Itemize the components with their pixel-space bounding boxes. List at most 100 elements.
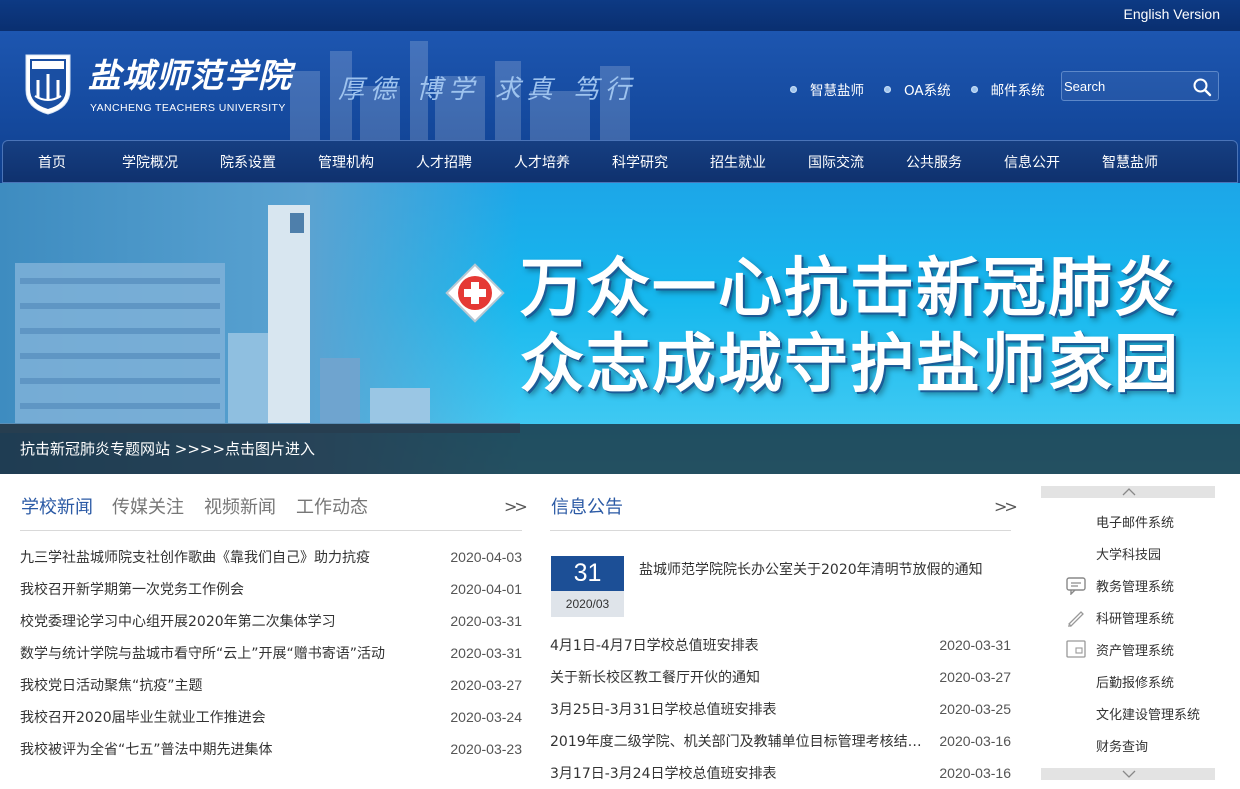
search-icon[interactable]	[1192, 77, 1212, 97]
nav-item-disclosure[interactable]: 信息公开	[983, 141, 1081, 182]
tab-school-news[interactable]: 学校新闻	[21, 493, 93, 519]
search-box	[1061, 71, 1219, 101]
system-label: 大学科技园	[1096, 548, 1162, 563]
bullet-icon	[790, 85, 797, 93]
search-input[interactable]	[1062, 72, 1190, 100]
news-title: 我校召开新学期第一次党务工作例会	[20, 582, 244, 598]
quicklink-label: OA系统	[904, 83, 951, 99]
hero-banner[interactable]: 万众一心抗击新冠肺炎 众志成城守护盐师家园 抗击新冠肺炎专题网站 >>>>点击图…	[0, 183, 1240, 474]
banner-headline: 万众一心抗击新冠肺炎 众志成城守护盐师家园	[520, 251, 1180, 403]
system-label: 财务查询	[1096, 740, 1149, 755]
system-label: 文化建设管理系统	[1096, 708, 1201, 723]
pen-icon	[1068, 611, 1084, 627]
news-date: 2020-03-27	[450, 677, 522, 693]
nav-item-public-service[interactable]: 公共服务	[885, 141, 983, 182]
scroll-up-button[interactable]	[1041, 486, 1215, 498]
notice-more-link[interactable]: >>	[994, 497, 1018, 516]
chevron-down-icon	[1122, 770, 1136, 778]
notice-list: 4月1日-4月7日学校总值班安排表 2020-03-31 关于新长校区教工餐厅开伙…	[550, 629, 1011, 789]
news-item[interactable]: 我校召开2020届毕业生就业工作推进会 2020-03-24	[20, 701, 522, 733]
news-date: 2020-03-31	[450, 613, 522, 629]
system-link-finance[interactable]: 财务查询	[1041, 729, 1215, 761]
red-cross-icon	[445, 263, 505, 323]
nav-item-smart-ycit[interactable]: 智慧盐师	[1081, 141, 1179, 182]
date-badge: 31 2020/03	[551, 556, 624, 617]
news-title: 数学与统计学院与盐城市看守所“云上”开展“赠书寄语”活动	[20, 646, 386, 662]
news-title: 我校党日活动聚焦“抗疫”主题	[20, 678, 203, 694]
bullet-icon	[970, 85, 978, 93]
quicklink-label: 邮件系统	[990, 83, 1045, 99]
news-item[interactable]: 我校党日活动聚焦“抗疫”主题 2020-03-27	[20, 669, 522, 701]
system-label: 科研管理系统	[1096, 612, 1175, 627]
system-link-academic-affairs[interactable]: 教务管理系统	[1041, 569, 1215, 601]
nav-item-international[interactable]: 国际交流	[787, 141, 885, 182]
news-date: 2020-03-23	[450, 741, 522, 757]
system-link-assets[interactable]: 资产管理系统	[1041, 633, 1215, 665]
notice-item-title: 3月17日-3月24日学校总值班安排表	[550, 766, 777, 782]
banner-line-1: 万众一心抗击新冠肺炎	[520, 252, 1180, 326]
nav-item-departments[interactable]: 院系设置	[199, 141, 297, 182]
university-logo-icon[interactable]	[23, 52, 73, 116]
news-date: 2020-03-31	[450, 645, 522, 661]
quicklink-mail-system[interactable]: 邮件系统	[970, 79, 1045, 99]
tab-media-focus[interactable]: 传媒关注	[112, 493, 184, 519]
notice-title[interactable]: 信息公告	[551, 493, 623, 519]
notice-item[interactable]: 4月1日-4月7日学校总值班安排表 2020-03-31	[550, 629, 1011, 661]
news-list: 九三学社盐城师院支社创作歌曲《靠我们自己》助力抗疫 2020-04-03 我校召开…	[20, 541, 522, 765]
quicklink-oa-system[interactable]: OA系统	[884, 79, 951, 99]
nav-item-research[interactable]: 科学研究	[591, 141, 689, 182]
featured-notice-title: 盐城师范学院院长办公室关于2020年清明节放假的通知	[639, 562, 983, 578]
news-item[interactable]: 数学与统计学院与盐城市看守所“云上”开展“赠书寄语”活动 2020-03-31	[20, 637, 522, 669]
bullet-icon	[884, 85, 891, 93]
notice-item[interactable]: 3月25日-3月31日学校总值班安排表 2020-03-25	[550, 693, 1011, 725]
system-link-culture[interactable]: 文化建设管理系统	[1041, 697, 1215, 729]
notice-item-date: 2020-03-16	[939, 733, 1011, 749]
system-label: 后勤报修系统	[1096, 676, 1175, 691]
notice-item[interactable]: 3月17日-3月24日学校总值班安排表 2020-03-16	[550, 757, 1011, 789]
news-date: 2020-04-01	[450, 581, 522, 597]
featured-notice[interactable]: 31 2020/03 盐城师范学院院长办公室关于2020年清明节放假的通知	[550, 556, 1011, 628]
nav-item-education[interactable]: 人才培养	[493, 141, 591, 182]
scroll-down-button[interactable]	[1041, 768, 1215, 780]
notice-item[interactable]: 关于新长校区教工餐厅开伙的通知 2020-03-27	[550, 661, 1011, 693]
site-header: 盐城师范学院 YANCHENG TEACHERS UNIVERSITY 厚德 博…	[0, 31, 1240, 183]
tab-video-news[interactable]: 视频新闻	[204, 493, 276, 519]
chat-icon	[1066, 577, 1086, 595]
system-label: 资产管理系统	[1096, 644, 1175, 659]
top-bar: English Version	[0, 0, 1240, 31]
nav-item-about[interactable]: 学院概况	[101, 141, 199, 182]
nav-item-administration[interactable]: 管理机构	[297, 141, 395, 182]
system-link-repair[interactable]: 后勤报修系统	[1041, 665, 1215, 697]
systems-list: 电子邮件系统 大学科技园 教务管理系统 科研管理系统 资产管理系统 后勤报修系统…	[1041, 505, 1215, 761]
english-version-link[interactable]: English Version	[1123, 6, 1220, 22]
notice-item-date: 2020-03-16	[939, 765, 1011, 781]
notice-item-title: 4月1日-4月7日学校总值班安排表	[550, 638, 759, 654]
quicklink-smart-ycit[interactable]: 智慧盐师	[790, 79, 864, 99]
nav-item-recruitment[interactable]: 人才招聘	[395, 141, 493, 182]
university-motto: 厚德 博学 求真 笃行	[338, 75, 637, 105]
news-tabs: 学校新闻 传媒关注 视频新闻 工作动态 >>	[20, 485, 528, 531]
system-link-email[interactable]: 电子邮件系统	[1041, 505, 1215, 537]
notice-item[interactable]: 2019年度二级学院、机关部门及教辅单位目标管理考核结果公示 2020-03-16	[550, 725, 1011, 757]
news-item[interactable]: 九三学社盐城师院支社创作歌曲《靠我们自己》助力抗疫 2020-04-03	[20, 541, 522, 573]
system-label: 教务管理系统	[1096, 580, 1175, 595]
notice-item-title: 关于新长校区教工餐厅开伙的通知	[550, 670, 760, 686]
news-date: 2020-03-24	[450, 709, 522, 725]
news-item[interactable]: 校党委理论学习中心组开展2020年第二次集体学习 2020-03-31	[20, 605, 522, 637]
nav-item-admissions[interactable]: 招生就业	[689, 141, 787, 182]
chevron-up-icon	[1122, 488, 1136, 496]
notice-section: 信息公告 >> 31 2020/03 盐城师范学院院长办公室关于2020年清明节…	[550, 485, 1018, 789]
university-name-cn[interactable]: 盐城师范学院	[88, 49, 292, 97]
tab-work-updates[interactable]: 工作动态	[296, 493, 368, 519]
news-more-link[interactable]: >>	[504, 497, 528, 516]
banner-caption[interactable]: 抗击新冠肺炎专题网站 >>>>点击图片进入	[0, 424, 1240, 474]
news-title: 九三学社盐城师院支社创作歌曲《靠我们自己》助力抗疫	[20, 550, 370, 566]
news-date: 2020-04-03	[450, 549, 522, 565]
system-link-science-park[interactable]: 大学科技园	[1041, 537, 1215, 569]
news-item[interactable]: 我校被评为全省“七五”普法中期先进集体 2020-03-23	[20, 733, 522, 765]
news-item[interactable]: 我校召开新学期第一次党务工作例会 2020-04-01	[20, 573, 522, 605]
university-name-en: YANCHENG TEACHERS UNIVERSITY	[90, 102, 286, 114]
nav-item-home[interactable]: 首页	[3, 141, 101, 182]
news-title: 我校召开2020届毕业生就业工作推进会	[20, 710, 266, 726]
system-link-research[interactable]: 科研管理系统	[1041, 601, 1215, 633]
